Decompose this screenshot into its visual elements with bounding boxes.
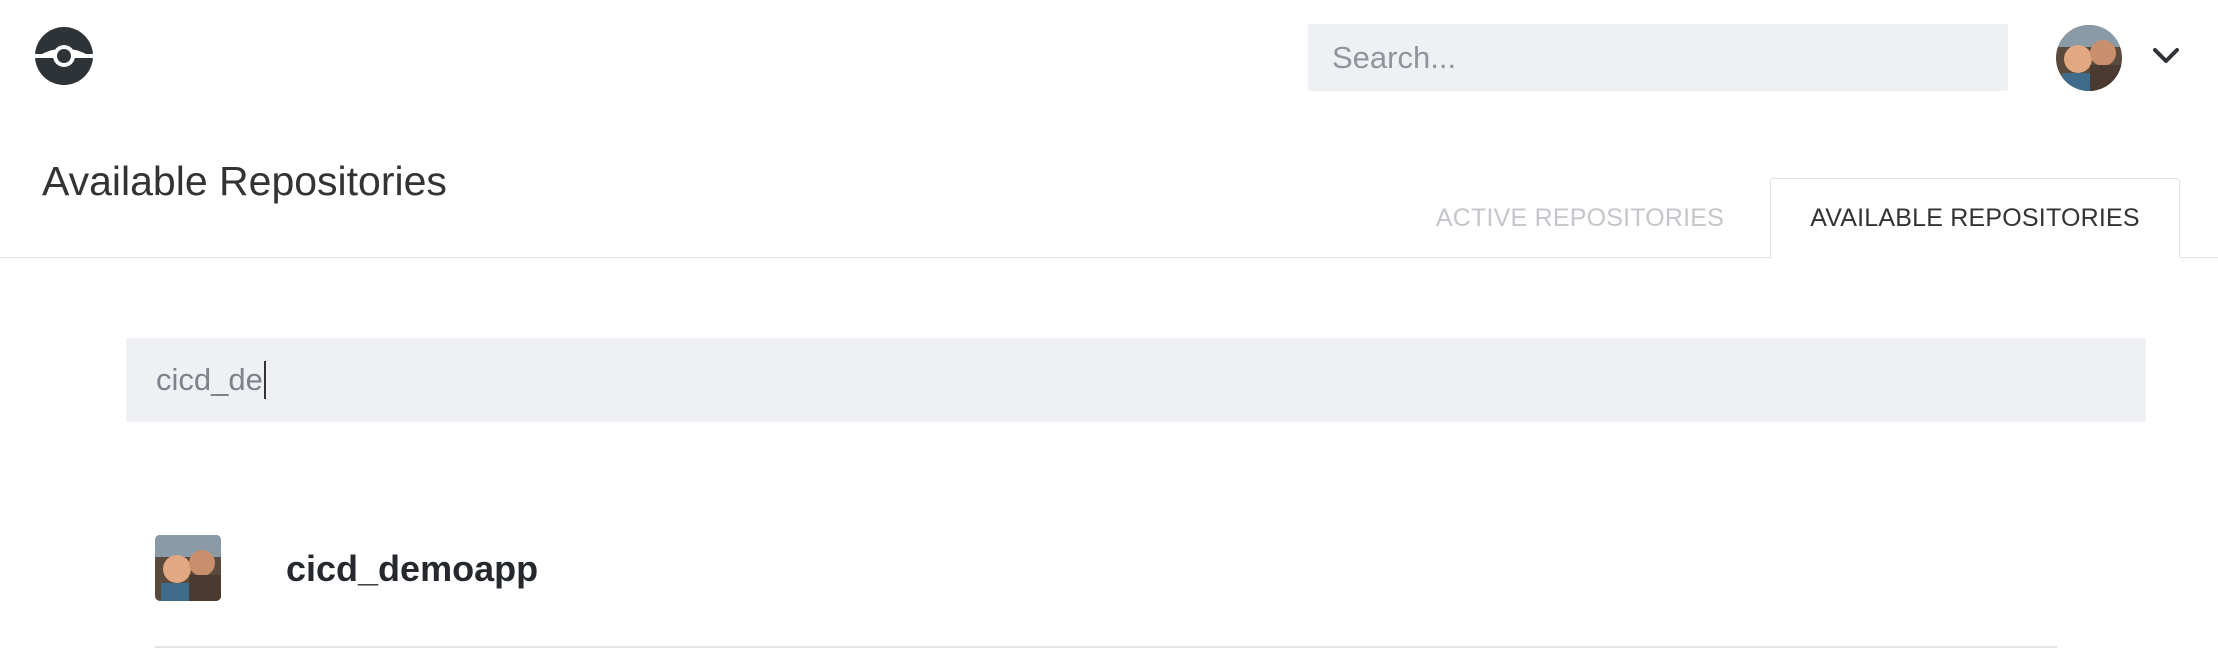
repo-owner-avatar	[155, 535, 221, 601]
chevron-down-icon[interactable]	[2150, 40, 2182, 72]
list-item[interactable]: cicd_demoapp	[155, 520, 2057, 648]
page-title: Available Repositories	[42, 158, 447, 204]
repository-filter-input[interactable]: cicd_de	[126, 338, 2146, 422]
page-header: Available Repositories ACTIVE REPOSITORI…	[0, 118, 2218, 259]
filter-value: cicd_de	[156, 362, 263, 397]
tab-active-repositories[interactable]: ACTIVE REPOSITORIES	[1412, 178, 1748, 258]
top-bar	[0, 0, 2218, 118]
repo-owner-avatar-photo	[155, 535, 221, 601]
tab-available-repositories[interactable]: AVAILABLE REPOSITORIES	[1770, 178, 2180, 259]
text-cursor	[263, 361, 266, 399]
user-avatar-photo	[2056, 25, 2122, 91]
drone-logo-icon[interactable]	[34, 26, 94, 86]
user-avatar[interactable]	[2056, 25, 2122, 91]
search-input[interactable]	[1308, 24, 2008, 91]
repo-name[interactable]: cicd_demoapp	[286, 548, 538, 590]
